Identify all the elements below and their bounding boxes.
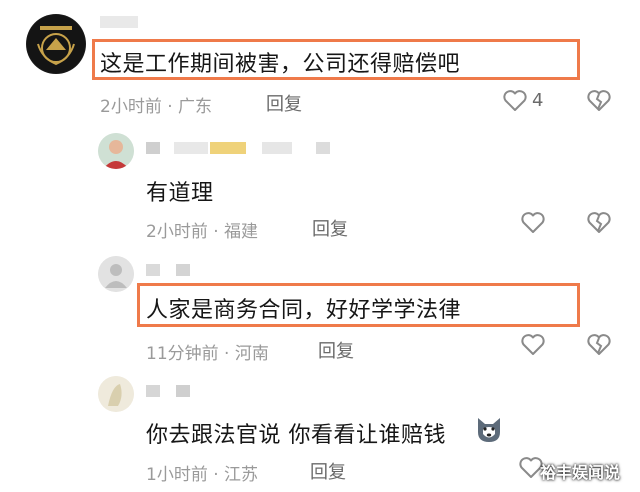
heart-icon[interactable]: [520, 333, 546, 357]
comment-meta: 2小时前 · 福建: [146, 222, 259, 242]
username-redacted: [316, 142, 330, 154]
comment-meta: 11分钟前 · 河南: [146, 344, 269, 364]
username-redacted: [262, 142, 292, 154]
comment-meta: 1小时前 · 江苏: [146, 465, 259, 485]
broken-heart-icon[interactable]: [586, 333, 612, 357]
username-redacted: [176, 385, 190, 397]
heart-icon[interactable]: [502, 89, 528, 113]
broken-heart-icon[interactable]: [586, 211, 612, 235]
avatar-photo-icon: [98, 133, 134, 169]
username-redacted: [146, 385, 160, 397]
reply-button[interactable]: 回复: [266, 90, 302, 116]
watermark: 裕丰娱闻说: [540, 463, 621, 482]
husky-emoji-icon: [474, 414, 504, 444]
reply-button[interactable]: 回复: [310, 458, 346, 484]
username-redacted: [174, 142, 208, 154]
username-redacted: [146, 264, 160, 276]
comment-text: 你去跟法官说 你看看让谁赔钱: [146, 423, 446, 448]
avatar-logo-icon: [27, 15, 85, 73]
heart-icon[interactable]: [520, 211, 546, 235]
comment-text: 人家是商务合同，好好学学法律: [146, 298, 462, 323]
reply-button[interactable]: 回复: [318, 337, 354, 363]
avatar[interactable]: [98, 256, 134, 292]
username-redacted: [210, 142, 246, 154]
avatar[interactable]: [98, 376, 134, 412]
comment-meta: 2小时前 · 广东: [100, 97, 213, 117]
comment-text: 这是工作期间被害，公司还得赔偿吧: [100, 52, 461, 77]
avatar[interactable]: [26, 14, 86, 74]
reply-button[interactable]: 回复: [312, 215, 348, 241]
broken-heart-icon[interactable]: [586, 89, 612, 113]
avatar-photo-icon: [98, 376, 134, 412]
username-redacted: [100, 16, 138, 28]
avatar[interactable]: [98, 133, 134, 169]
default-avatar-icon: [98, 256, 134, 292]
comment-text: 有道理: [146, 181, 214, 206]
like-count: 4: [532, 90, 544, 111]
username-redacted: [146, 142, 160, 154]
username-redacted: [176, 264, 190, 276]
